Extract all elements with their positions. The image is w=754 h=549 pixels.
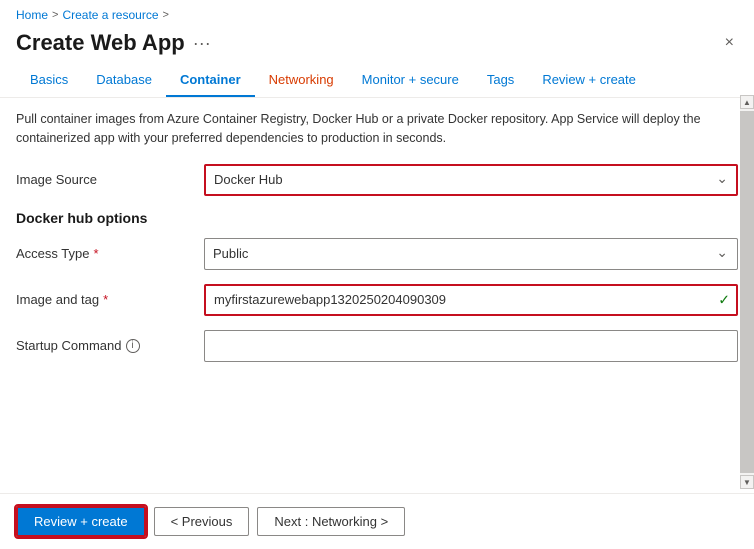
scroll-up-arrow[interactable]: ▲: [740, 95, 754, 109]
image-tag-label: Image and tag *: [16, 292, 196, 307]
image-tag-input-wrapper: ✓: [204, 284, 738, 316]
check-icon: ✓: [718, 291, 730, 308]
image-tag-row: Image and tag * ✓: [16, 284, 738, 316]
image-tag-control: ✓: [204, 284, 738, 316]
breadcrumb: Home > Create a resource >: [0, 0, 754, 26]
scroll-down-arrow[interactable]: ▼: [740, 475, 754, 489]
startup-command-input[interactable]: [204, 330, 738, 362]
docker-hub-section-heading: Docker hub options: [16, 210, 738, 226]
close-button[interactable]: ×: [721, 30, 738, 56]
tab-review-create[interactable]: Review + create: [528, 64, 650, 97]
next-button[interactable]: Next : Networking >: [257, 507, 405, 536]
review-create-button[interactable]: Review + create: [16, 506, 146, 537]
breadcrumb-home[interactable]: Home: [16, 8, 48, 22]
page-header: Create Web App ··· ×: [0, 26, 754, 64]
tab-tags[interactable]: Tags: [473, 64, 528, 97]
more-options-icon[interactable]: ···: [193, 33, 211, 54]
access-type-label: Access Type *: [16, 246, 196, 261]
access-type-row: Access Type * Public: [16, 238, 738, 270]
image-source-label: Image Source: [16, 172, 196, 187]
startup-command-label: Startup Command i: [16, 338, 196, 353]
breadcrumb-create-resource[interactable]: Create a resource: [62, 8, 158, 22]
tab-container[interactable]: Container: [166, 64, 255, 97]
access-type-select[interactable]: Public: [204, 238, 738, 270]
footer: Review + create < Previous Next : Networ…: [0, 493, 754, 549]
description-text: Pull container images from Azure Contain…: [16, 110, 738, 148]
access-type-control: Public: [204, 238, 738, 270]
tab-networking[interactable]: Networking: [255, 64, 348, 97]
header-left: Create Web App ···: [16, 30, 211, 56]
previous-button[interactable]: < Previous: [154, 507, 250, 536]
scrollbar: ▲ ▼: [740, 95, 754, 489]
tab-basics[interactable]: Basics: [16, 64, 82, 97]
tab-database[interactable]: Database: [82, 64, 166, 97]
startup-command-control: [204, 330, 738, 362]
startup-info-icon[interactable]: i: [126, 339, 140, 353]
page-title: Create Web App: [16, 30, 185, 56]
startup-command-row: Startup Command i: [16, 330, 738, 362]
breadcrumb-sep1: >: [52, 9, 58, 21]
image-tag-input[interactable]: [204, 284, 738, 316]
tabs-container: Basics Database Container Networking Mon…: [0, 64, 754, 98]
image-source-control: Docker Hub: [204, 164, 738, 196]
tab-monitor[interactable]: Monitor + secure: [348, 64, 473, 97]
breadcrumb-sep2: >: [163, 9, 169, 21]
image-tag-required-star: *: [103, 292, 108, 307]
image-source-row: Image Source Docker Hub: [16, 164, 738, 196]
access-type-select-wrapper: Public: [204, 238, 738, 270]
image-source-select[interactable]: Docker Hub: [204, 164, 738, 196]
content-area: Pull container images from Azure Contain…: [0, 98, 754, 457]
image-source-select-wrapper: Docker Hub: [204, 164, 738, 196]
scroll-thumb[interactable]: [740, 111, 754, 473]
access-type-required-star: *: [93, 246, 98, 261]
